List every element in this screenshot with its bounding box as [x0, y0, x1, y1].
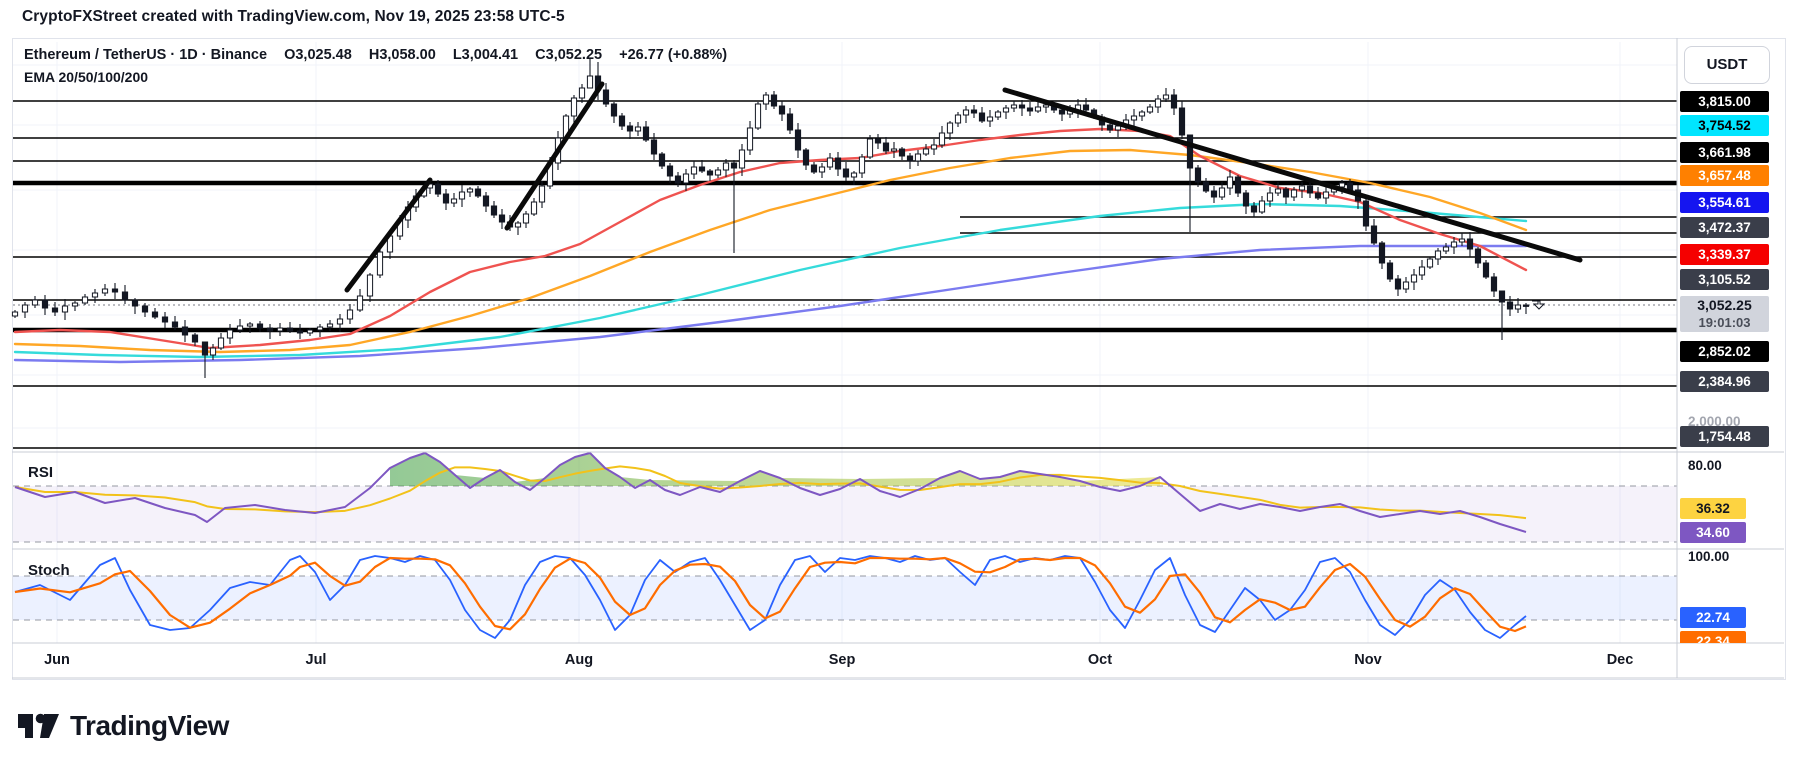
scale-tick-label: 80.00	[1688, 458, 1722, 473]
time-scale-label-oct: Oct	[1087, 652, 1113, 668]
price-scale-label: 3,339.37	[1680, 244, 1769, 265]
support-resistance-lines	[13, 100, 1677, 449]
ema100-line	[13, 202, 1528, 359]
tradingview-logo[interactable]: TradingView	[18, 708, 229, 744]
price-scale-label: 3,754.52	[1680, 115, 1769, 136]
ema200-line	[13, 244, 1528, 364]
ohlc-change: +26.77 (+0.88%)	[619, 47, 728, 63]
ohlc-low: L3,004.41	[452, 47, 519, 63]
page: CryptoFXStreet created with TradingView.…	[0, 0, 1793, 773]
current-price-value: 3,052.25	[1697, 297, 1752, 313]
price-scale-label: 3,815.00	[1680, 91, 1769, 112]
ohlc-open: O3,025.48	[284, 47, 352, 63]
time-scale-label-jun: Jun	[44, 652, 70, 668]
price-scale-label: 3,105.52	[1680, 269, 1769, 290]
price-scale-label: 22.74	[1680, 607, 1746, 628]
symbol-legend[interactable]: Ethereum / TetherUS · 1D · Binance O3,02…	[24, 47, 740, 63]
ohlc-high: H3,058.00	[368, 47, 436, 63]
rsi-overbought-fill	[390, 453, 1160, 486]
bar-countdown: 19:01:03	[1698, 315, 1751, 330]
currency-toggle-button[interactable]: USDT	[1684, 46, 1770, 84]
price-scale-label: 34.60	[1680, 522, 1746, 543]
current-price-label: 3,052.25 19:01:03	[1680, 296, 1769, 332]
ema50-line	[13, 148, 1528, 354]
price-scale-label: 2,384.96	[1680, 371, 1769, 392]
ohlc-close: C3,052.25	[535, 47, 603, 63]
price-scale-label: 2,852.02	[1680, 341, 1769, 362]
ema-legend[interactable]: EMA 20/50/100/200	[24, 69, 148, 85]
time-scale-label-nov: Nov	[1354, 652, 1382, 668]
time-scale-label-aug: Aug	[564, 652, 594, 668]
tradingview-logo-icon	[18, 713, 59, 738]
price-scale-label: 3,661.98	[1680, 142, 1769, 163]
price-scale-label: 3,657.48	[1680, 165, 1769, 186]
price-chart-canvas[interactable]	[0, 0, 1793, 773]
price-scale-label: 3,472.37	[1680, 217, 1769, 238]
symbol-title: Ethereum / TetherUS · 1D · Binance	[24, 47, 268, 63]
time-scale-label-sep: Sep	[828, 652, 856, 668]
tradingview-logo-text: TradingView	[70, 710, 229, 741]
price-scale-label: 1,754.48	[1680, 426, 1769, 447]
price-scale-label: 3,554.61	[1680, 192, 1769, 213]
time-scale-label-jul: Jul	[305, 652, 327, 668]
stoch-pane-label[interactable]: Stoch	[28, 562, 70, 579]
rsi-pane-label[interactable]: RSI	[28, 464, 53, 481]
price-scale-label: 36.32	[1680, 498, 1746, 519]
time-scale-label-dec: Dec	[1606, 652, 1634, 668]
scale-tick-label: 100.00	[1688, 549, 1730, 564]
